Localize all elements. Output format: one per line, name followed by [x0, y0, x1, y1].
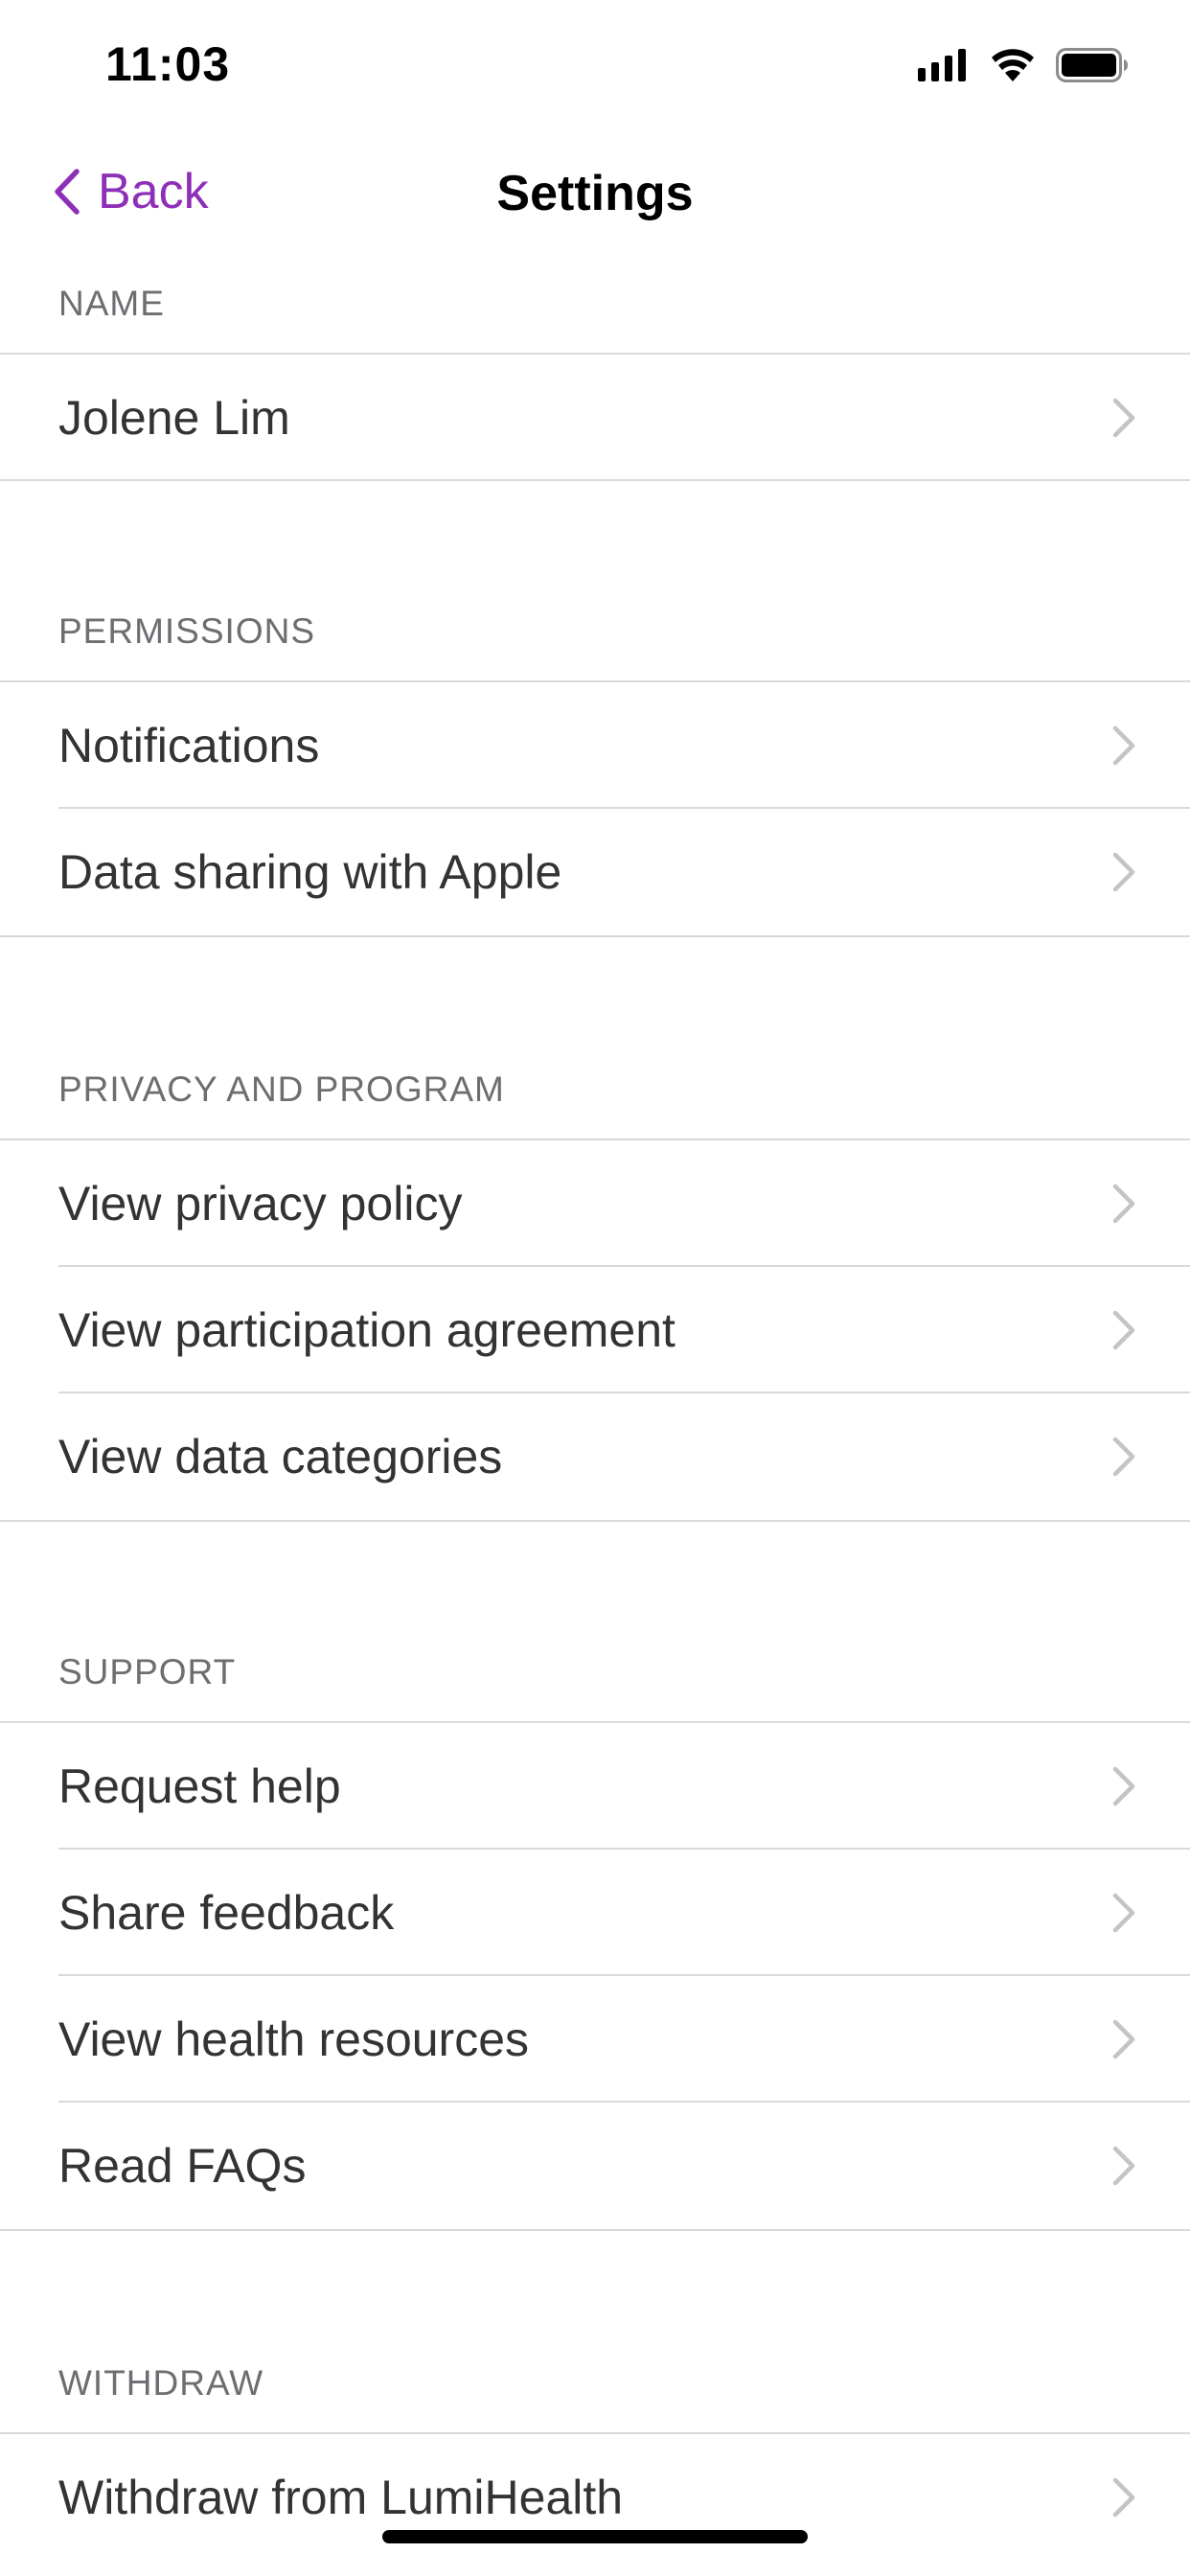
row-label: Notifications — [58, 719, 320, 772]
chevron-right-icon — [1112, 398, 1135, 438]
row-label: Jolene Lim — [58, 391, 290, 445]
page-title: Settings — [496, 166, 694, 221]
chevron-right-icon — [1112, 1184, 1135, 1224]
chevron-right-icon — [1112, 1893, 1135, 1933]
separator — [0, 2229, 1190, 2231]
chevron-right-icon — [1112, 1310, 1135, 1350]
status-icons — [918, 44, 1129, 86]
row-label: Read FAQs — [58, 2139, 307, 2193]
cellular-signal-icon — [918, 49, 966, 81]
section-header-support: SUPPORT — [58, 1652, 237, 1691]
chevron-right-icon — [1112, 2146, 1135, 2186]
settings-row-health-resources[interactable]: View health resources — [0, 1976, 1190, 2103]
section-header-permissions: PERMISSIONS — [58, 611, 315, 651]
chevron-right-icon — [1112, 725, 1135, 766]
navigation-bar: Back Settings — [0, 144, 1190, 240]
section-header-withdraw: WITHDRAW — [58, 2363, 264, 2403]
separator — [0, 479, 1190, 481]
settings-row-notifications[interactable]: Notifications — [0, 682, 1190, 809]
row-label: Share feedback — [58, 1886, 395, 1940]
section-header-name: NAME — [58, 284, 165, 323]
section-header-privacy: PRIVACY AND PROGRAM — [58, 1070, 505, 1109]
row-label: View participation agreement — [58, 1303, 675, 1357]
chevron-right-icon — [1112, 852, 1135, 892]
settings-row-data-sharing[interactable]: Data sharing with Apple — [0, 809, 1190, 935]
settings-row-share-feedback[interactable]: Share feedback — [0, 1850, 1190, 1976]
row-label: View data categories — [58, 1430, 503, 1484]
settings-row-privacy-policy[interactable]: View privacy policy — [0, 1140, 1190, 1267]
chevron-right-icon — [1112, 2477, 1135, 2518]
chevron-right-icon — [1112, 2019, 1135, 2059]
settings-row-name[interactable]: Jolene Lim — [0, 355, 1190, 481]
row-label: View health resources — [58, 2012, 530, 2066]
settings-row-participation-agreement[interactable]: View participation agreement — [0, 1267, 1190, 1393]
row-label: Data sharing with Apple — [58, 845, 562, 899]
home-indicator[interactable] — [382, 2530, 808, 2543]
separator — [0, 1520, 1190, 1522]
separator — [0, 935, 1190, 937]
status-time: 11:03 — [105, 37, 231, 91]
status-bar: 11:03 — [0, 0, 1190, 126]
settings-row-request-help[interactable]: Request help — [0, 1723, 1190, 1850]
settings-row-faqs[interactable]: Read FAQs — [0, 2103, 1190, 2229]
row-label: View privacy policy — [58, 1177, 463, 1230]
chevron-right-icon — [1112, 1437, 1135, 1477]
chevron-right-icon — [1112, 1766, 1135, 1806]
settings-row-data-categories[interactable]: View data categories — [0, 1393, 1190, 1520]
battery-icon — [1056, 48, 1128, 82]
wifi-icon — [992, 49, 1034, 81]
row-label: Request help — [58, 1760, 341, 1813]
